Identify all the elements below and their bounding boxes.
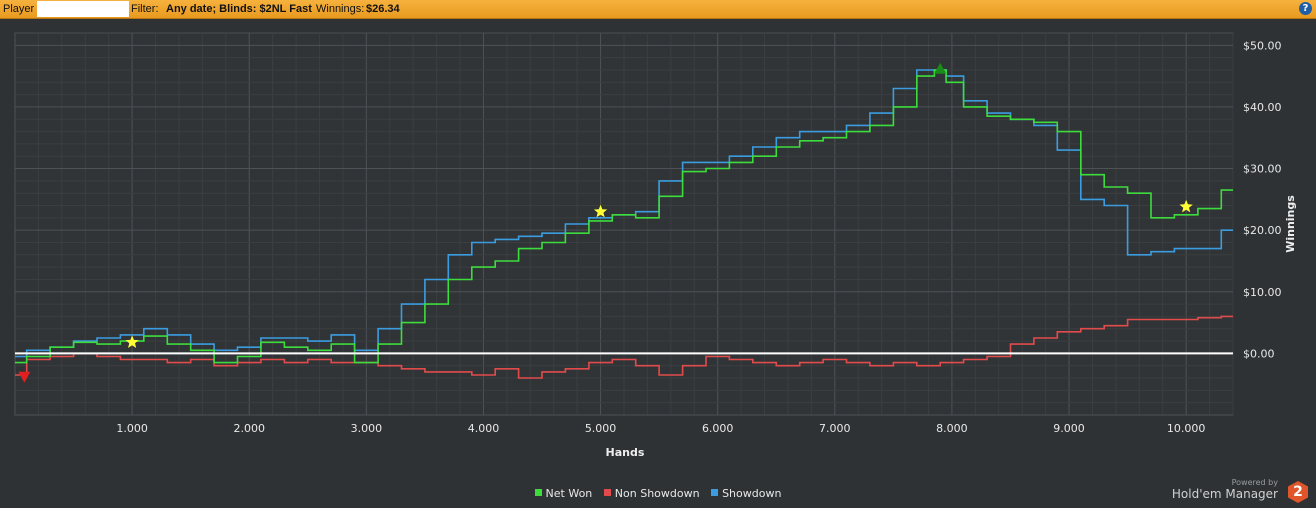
y-tick-label: $10.00	[1243, 286, 1282, 299]
x-tick-labels: 1.000 2.000 3.000 4.000 5.000 6.000 7.000 8.000…	[116, 422, 1205, 435]
x-axis-label: Hands	[606, 446, 645, 459]
legend: Net Won Non Showdown Showdown	[0, 487, 1316, 500]
x-tick-label: 1.000	[116, 422, 148, 435]
y-tick-labels: $0.00 $10.00 $20.00 $30.00 $40.00 $50.00	[1243, 39, 1282, 360]
winnings-chart: 1.000 2.000 3.000 4.000 5.000 6.000 7.000 8.000…	[14, 32, 1297, 459]
x-tick-label: 4.000	[468, 422, 500, 435]
x-tick-label: 7.000	[819, 422, 851, 435]
legend-item-net-won[interactable]: Net Won	[534, 487, 593, 500]
y-tick-label: $30.00	[1243, 163, 1282, 176]
powered-by: Powered by	[1231, 478, 1278, 487]
legend-label: Showdown	[722, 487, 782, 500]
y-tick-label: $0.00	[1243, 347, 1275, 360]
x-tick-label: 6.000	[702, 422, 734, 435]
y-tick-label: $20.00	[1243, 224, 1282, 237]
legend-label: Non Showdown	[614, 487, 700, 500]
x-tick-label: 5.000	[585, 422, 617, 435]
x-tick-label: 3.000	[351, 422, 383, 435]
legend-label: Net Won	[545, 487, 593, 500]
showdown-swatch	[711, 489, 719, 496]
net-won-swatch	[534, 489, 542, 496]
non-showdown-swatch	[603, 489, 611, 496]
legend-item-non-showdown[interactable]: Non Showdown	[603, 487, 700, 500]
x-tick-label: 2.000	[233, 422, 265, 435]
y-axis-label: Winnings	[1284, 195, 1297, 253]
legend-item-showdown[interactable]: Showdown	[711, 487, 781, 500]
brand-name: Hold'em Manager	[1171, 487, 1278, 501]
x-tick-label: 10.000	[1167, 422, 1206, 435]
y-tick-label: $50.00	[1243, 39, 1282, 52]
x-tick-label: 8.000	[936, 422, 968, 435]
y-tick-label: $40.00	[1243, 101, 1282, 114]
x-tick-label: 9.000	[1053, 422, 1085, 435]
